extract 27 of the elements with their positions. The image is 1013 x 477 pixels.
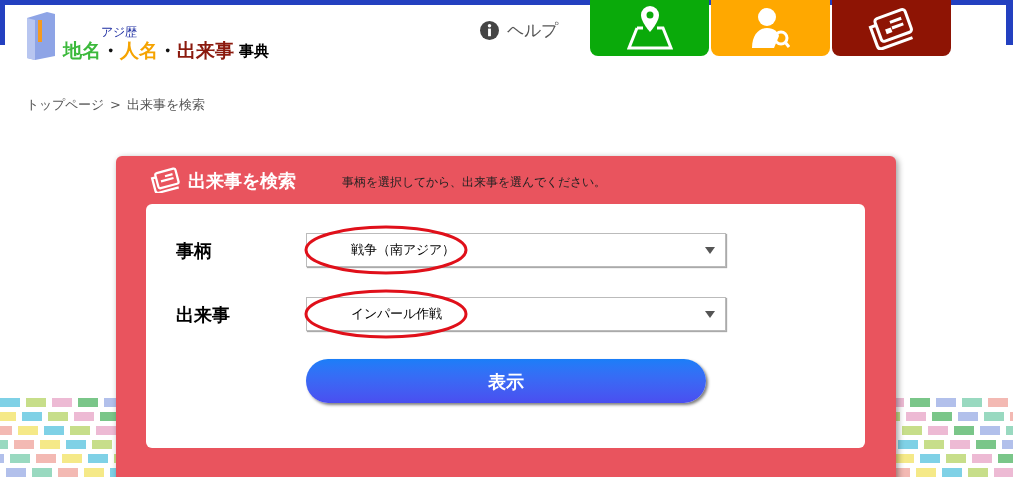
logo-word: 出来事 (177, 41, 234, 60)
logo-word: 地名 (63, 41, 101, 60)
newspaper-icon (867, 6, 916, 50)
book-icon (25, 12, 57, 60)
dropdown-arrow-icon (705, 246, 715, 254)
field-label: 事柄 (176, 238, 213, 263)
dropdown-arrow-icon (705, 310, 715, 318)
help-link[interactable]: ヘルプ (480, 18, 558, 44)
field-label: 出来事 (176, 302, 231, 327)
show-button[interactable]: 表示 (306, 359, 706, 403)
breadcrumb-current: 出来事を検索 (126, 96, 205, 114)
logo-word: ・ (158, 41, 177, 60)
breadcrumb-separator: > (110, 96, 121, 114)
person-search-icon (751, 6, 790, 50)
panel-title: 出来事を検索 (188, 168, 296, 193)
nav-tab[interactable] (832, 0, 951, 56)
map-pin-icon (626, 6, 673, 50)
panel-hint: 事柄を選択してから、出来事を選んでください。 (342, 174, 606, 191)
newspaper-icon (150, 167, 182, 193)
info-icon (480, 21, 499, 41)
logo-kicker: アジ歴 (101, 26, 138, 38)
logo-word: ・ (101, 41, 120, 60)
logo-suffix: 事典 (239, 44, 269, 59)
select-field[interactable]: インパール作戦 (306, 297, 726, 331)
logo-word: 人名 (120, 41, 158, 60)
breadcrumb-link[interactable]: トップページ (26, 95, 104, 115)
select-field[interactable]: 戦争（南アジア） (306, 233, 726, 267)
